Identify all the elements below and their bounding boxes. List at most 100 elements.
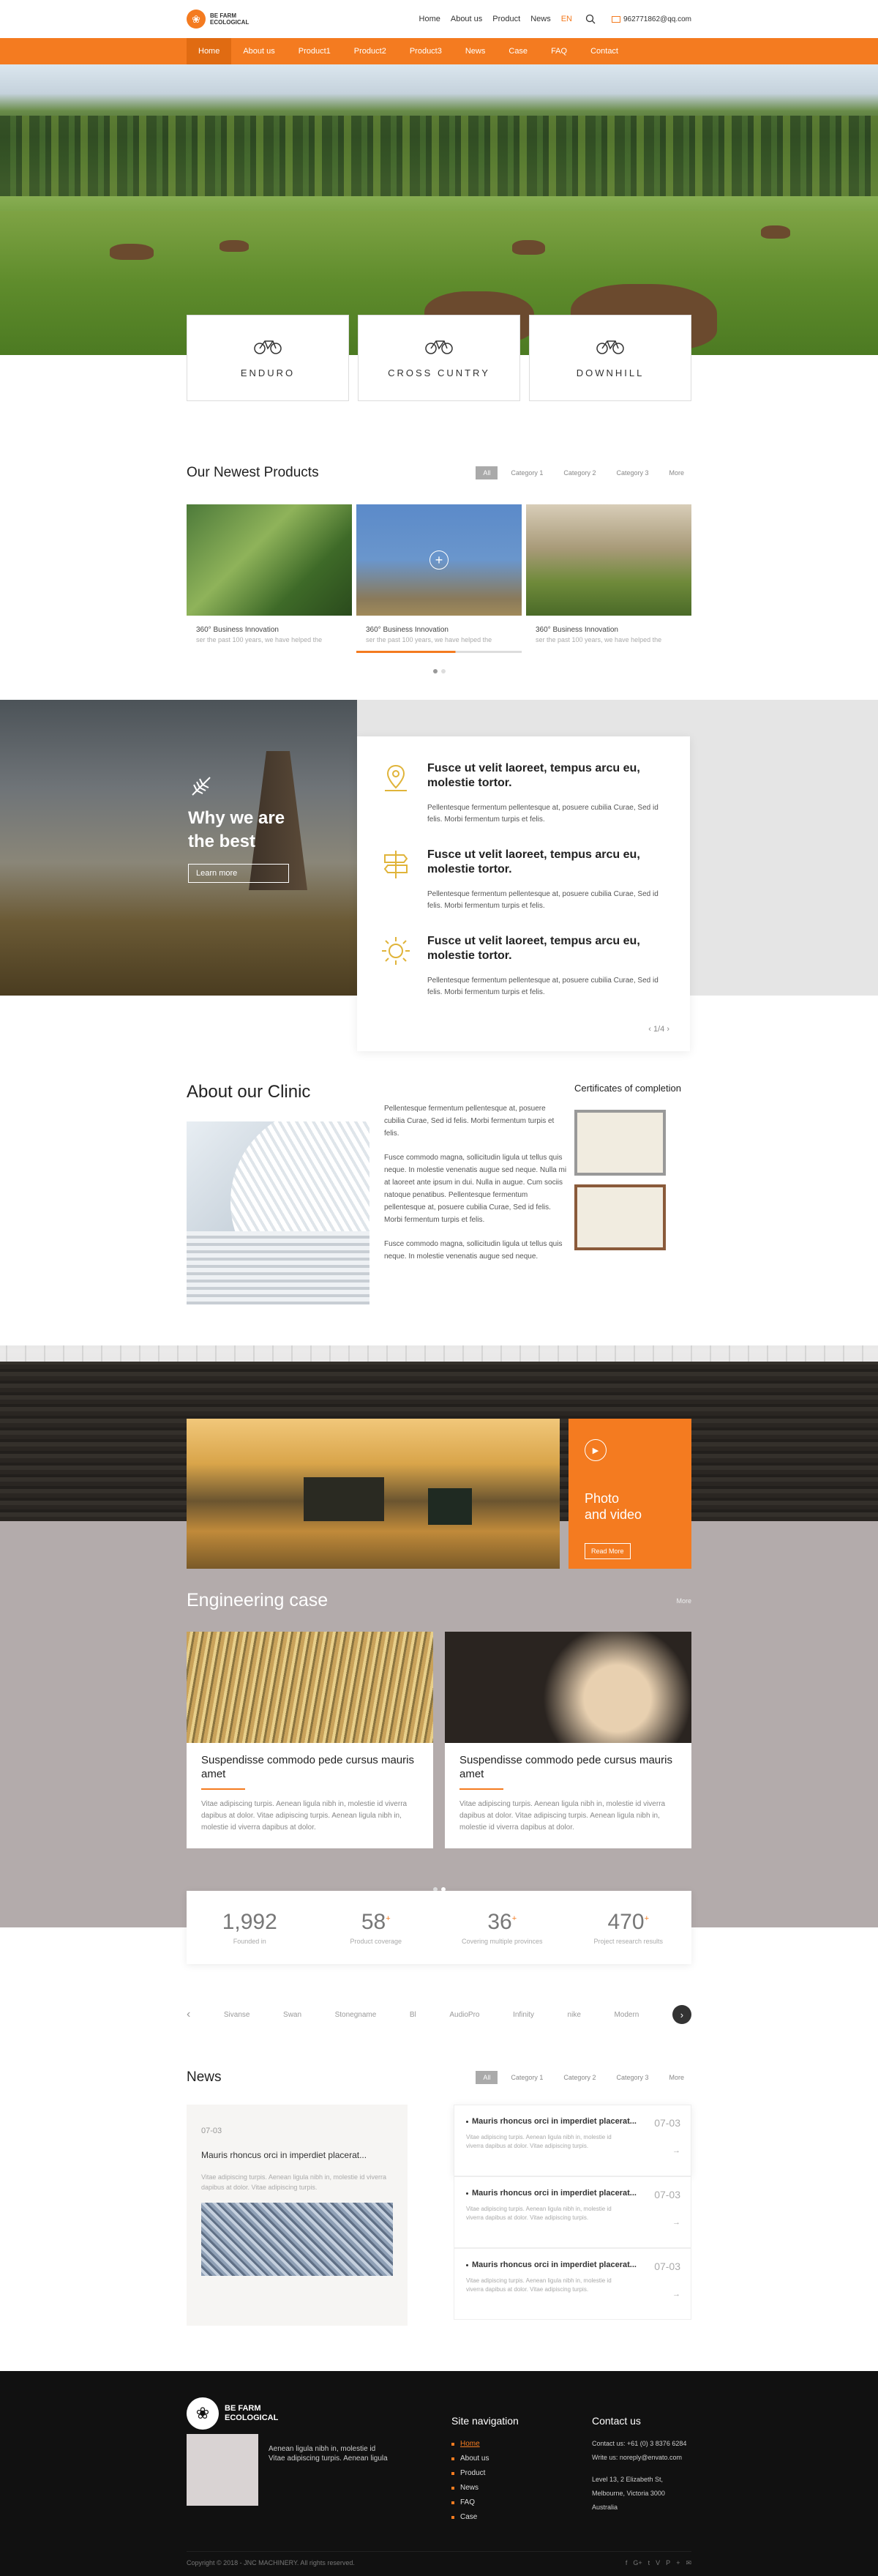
arrow-right-icon[interactable]: → (672, 2290, 680, 2299)
why-section: Why we are the best Learn more Fusce ut … (0, 700, 878, 1051)
top-nav-about[interactable]: About us (451, 15, 482, 23)
learn-more-button[interactable]: Learn more (188, 864, 289, 883)
feature-text: Pellentesque fermentum pellentesque at, … (427, 804, 658, 824)
top-nav-news[interactable]: News (530, 15, 551, 23)
product-card[interactable]: 360° Business Innovation ser the past 10… (526, 504, 691, 653)
contact-phone: Contact us: +61 (0) 3 8376 6284 (592, 2440, 687, 2447)
arrow-right-icon[interactable]: → (672, 2146, 680, 2155)
certificate-image[interactable] (574, 1184, 666, 1250)
top-nav-product[interactable]: Product (492, 15, 520, 23)
filter-all[interactable]: All (476, 2071, 498, 2084)
brand-logo[interactable]: nike (568, 2011, 581, 2019)
footer-nav-about[interactable]: About us (451, 2454, 592, 2463)
chevron-left-icon[interactable]: ‹ (648, 1025, 651, 1034)
brand-carousel: ‹ Sivanse Swan Stonegname Bl AudioPro In… (0, 2005, 878, 2024)
carousel-dot[interactable] (440, 669, 446, 673)
footer-nav-faq[interactable]: FAQ (451, 2498, 592, 2506)
news-date: 07-03 (654, 2117, 680, 2129)
filter-category-2[interactable]: Category 2 (556, 2071, 603, 2084)
category-label: CROSS CUNTRY (388, 367, 490, 378)
news-excerpt: Vitae adipiscing turpis. Aenean ligula n… (466, 2277, 612, 2293)
category-cards: ENDURO CROSS CUNTRY DOWNHILL (0, 315, 878, 401)
main-nav-about[interactable]: About us (231, 38, 286, 64)
plus-icon[interactable]: + (676, 2559, 680, 2567)
contact-address: Australia (592, 2504, 618, 2511)
main-nav-news[interactable]: News (454, 38, 498, 64)
arrow-left-icon[interactable]: ‹ (187, 2008, 190, 2021)
news-filters: All Category 1 Category 2 Category 3 Mor… (476, 2071, 691, 2084)
facebook-icon[interactable]: f (626, 2559, 628, 2567)
map-pin-icon (385, 764, 407, 791)
twitter-icon[interactable]: t (648, 2559, 650, 2567)
category-card-downhill[interactable]: DOWNHILL (529, 315, 691, 401)
news-image (201, 2203, 393, 2276)
featured-news-card[interactable]: 07-03 Mauris rhoncus orci in imperdiet p… (187, 2105, 408, 2326)
main-nav-case[interactable]: Case (497, 38, 539, 64)
chevron-right-icon[interactable]: › (667, 1025, 669, 1034)
read-more-button[interactable]: Read More (585, 1543, 631, 1559)
why-title-line1: Why we are (188, 808, 285, 828)
mail-icon[interactable]: ✉ (686, 2559, 691, 2567)
email-link[interactable]: 962771862@qq.com (612, 15, 691, 23)
news-item[interactable]: Mauris rhoncus orci in imperdiet placera… (454, 2105, 691, 2176)
filter-all[interactable]: All (476, 466, 498, 479)
hero-banner (0, 64, 878, 355)
google-plus-icon[interactable]: G+ (633, 2559, 642, 2567)
footer-nav-product[interactable]: Product (451, 2469, 592, 2477)
footer-nav-news[interactable]: News (451, 2484, 592, 2492)
vimeo-icon[interactable]: V (656, 2559, 660, 2567)
filter-category-3[interactable]: Category 3 (609, 2071, 656, 2084)
pinterest-icon[interactable]: P (666, 2559, 670, 2567)
brand-logo[interactable]: Modern (614, 2011, 639, 2019)
plus-icon[interactable]: + (429, 550, 449, 570)
footer-nav-case[interactable]: Case (451, 2513, 592, 2521)
filter-category-1[interactable]: Category 1 (503, 466, 550, 479)
feature-pager[interactable]: ‹ 1/4 › (648, 1025, 669, 1034)
filter-category-1[interactable]: Category 1 (503, 2071, 550, 2084)
news-item[interactable]: Mauris rhoncus orci in imperdiet placera… (454, 2176, 691, 2248)
arrow-right-icon[interactable]: → (672, 2218, 680, 2227)
news-item[interactable]: Mauris rhoncus orci in imperdiet placera… (454, 2248, 691, 2320)
category-card-enduro[interactable]: ENDURO (187, 315, 349, 401)
search-icon[interactable] (585, 14, 596, 24)
brand-logo[interactable]: Stonegname (335, 2011, 377, 2019)
certificate-image[interactable] (574, 1110, 666, 1176)
cow-image (110, 244, 154, 260)
brand-logo[interactable]: Sivanse (224, 2011, 250, 2019)
main-nav-contact[interactable]: Contact (579, 38, 630, 64)
harvester-image[interactable] (187, 1419, 560, 1569)
product-card[interactable]: 360° Business Innovation ser the past 10… (187, 504, 352, 653)
arrow-right-icon[interactable]: › (672, 2005, 691, 2024)
brand-logo[interactable]: AudioPro (449, 2011, 479, 2019)
footer-logo[interactable]: ❀ BE FARM ECOLOGICAL (187, 2397, 451, 2430)
footer-nav-home[interactable]: Home (451, 2440, 592, 2448)
contact-email[interactable]: Write us: noreply@envato.com (592, 2454, 686, 2461)
filter-more[interactable]: More (661, 466, 691, 479)
filter-category-2[interactable]: Category 2 (556, 466, 603, 479)
photo-video-card[interactable]: ▶ Photo and video Read More (569, 1419, 691, 1569)
filter-more[interactable]: More (661, 2071, 691, 2084)
main-nav-faq[interactable]: FAQ (539, 38, 579, 64)
brand-logo[interactable]: Bl (410, 2011, 416, 2019)
seeds-image (445, 1632, 691, 1743)
case-card[interactable]: Suspendisse commodo pede cursus mauris a… (187, 1632, 433, 1848)
main-nav-product1[interactable]: Product1 (287, 38, 342, 64)
brand-logo[interactable]: Infinity (513, 2011, 534, 2019)
main-nav-product2[interactable]: Product2 (342, 38, 398, 64)
play-icon[interactable]: ▶ (585, 1439, 607, 1461)
brand-logo[interactable]: Swan (283, 2011, 301, 2019)
carousel-dot[interactable] (432, 669, 438, 673)
logo[interactable]: ❀ BE FARM ECOLOGICAL (187, 10, 249, 29)
language-switch[interactable]: EN (561, 15, 572, 23)
video-title-line2: and video (585, 1507, 642, 1522)
main-nav-home[interactable]: Home (187, 38, 232, 64)
stat-label: Covering multiple provinces (461, 1938, 543, 1945)
main-nav-product3[interactable]: Product3 (398, 38, 454, 64)
category-card-cross-country[interactable]: CROSS CUNTRY (358, 315, 520, 401)
case-card[interactable]: Suspendisse commodo pede cursus mauris a… (445, 1632, 691, 1848)
more-link[interactable]: More (676, 1597, 691, 1605)
filter-category-3[interactable]: Category 3 (609, 466, 656, 479)
product-card[interactable]: + 360° Business Innovation ser the past … (356, 504, 522, 653)
progress-bar (356, 651, 522, 653)
top-nav-home[interactable]: Home (419, 15, 440, 23)
